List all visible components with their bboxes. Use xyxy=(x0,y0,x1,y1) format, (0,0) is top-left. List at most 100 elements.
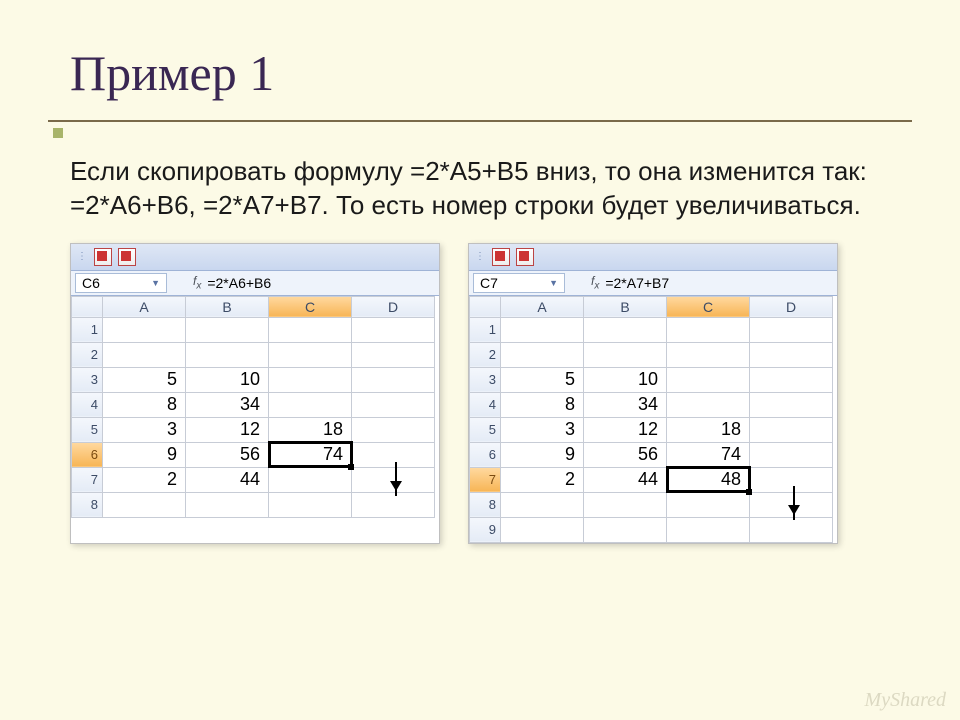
row-header: 7 xyxy=(72,467,103,492)
cell xyxy=(103,317,186,342)
cell: 48 xyxy=(667,467,750,492)
cell xyxy=(269,317,352,342)
col-header: B xyxy=(186,296,269,317)
cell xyxy=(352,342,435,367)
cell xyxy=(667,367,750,392)
down-arrow-icon xyxy=(793,486,795,520)
fx-label: fx xyxy=(565,274,605,291)
cell: 9 xyxy=(103,442,186,467)
col-header: C xyxy=(269,296,352,317)
cell xyxy=(186,317,269,342)
row-header: 4 xyxy=(72,392,103,417)
col-header: D xyxy=(750,296,833,317)
cell xyxy=(103,492,186,517)
cell: 12 xyxy=(186,417,269,442)
cell xyxy=(750,392,833,417)
cell xyxy=(269,367,352,392)
watermark: MyShared xyxy=(865,689,946,712)
cell: 56 xyxy=(584,442,667,467)
cell: 44 xyxy=(186,467,269,492)
formula-bar: C6▼ fx =2*A6+B6 xyxy=(71,271,439,296)
row-header: 5 xyxy=(470,417,501,442)
cell: 2 xyxy=(103,467,186,492)
cell xyxy=(667,392,750,417)
cell: 74 xyxy=(667,442,750,467)
cell: 34 xyxy=(186,392,269,417)
cell: 18 xyxy=(667,417,750,442)
cell xyxy=(352,392,435,417)
spreadsheet-grid: ABCD123510483453121869567472444889 xyxy=(469,296,833,543)
cell xyxy=(750,517,833,542)
cell: 56 xyxy=(186,442,269,467)
cell xyxy=(352,442,435,467)
body-paragraph: Если скопировать формулу =2*A5+B5 вниз, … xyxy=(0,122,960,223)
cell xyxy=(667,517,750,542)
name-box: C6▼ xyxy=(75,273,167,293)
row-header: 3 xyxy=(470,367,501,392)
cell xyxy=(750,367,833,392)
cell xyxy=(501,317,584,342)
cell: 34 xyxy=(584,392,667,417)
formula-text: =2*A7+B7 xyxy=(605,275,669,291)
cell xyxy=(584,317,667,342)
cell xyxy=(584,342,667,367)
slide-title: Пример 1 xyxy=(0,0,960,112)
cell xyxy=(750,417,833,442)
col-header: D xyxy=(352,296,435,317)
row-header: 3 xyxy=(72,367,103,392)
excel-toolbar: ⋮ xyxy=(469,244,837,271)
cell: 2 xyxy=(501,467,584,492)
row-header: 1 xyxy=(470,317,501,342)
row-header: 1 xyxy=(72,317,103,342)
cell: 8 xyxy=(501,392,584,417)
cell xyxy=(501,517,584,542)
cell: 10 xyxy=(584,367,667,392)
spreadsheet-grid: ABCD123510483453121869567472448 xyxy=(71,296,435,518)
cell xyxy=(750,467,833,492)
pdf-icon xyxy=(118,248,136,266)
cell: 5 xyxy=(501,367,584,392)
name-box: C7▼ xyxy=(473,273,565,293)
cell xyxy=(750,317,833,342)
cell xyxy=(667,342,750,367)
cell xyxy=(750,342,833,367)
excel-screenshot-right: ⋮ C7▼ fx =2*A7+B7 ABCD123510483453121869… xyxy=(468,243,838,544)
cell xyxy=(352,317,435,342)
excel-toolbar: ⋮ xyxy=(71,244,439,271)
row-header: 6 xyxy=(470,442,501,467)
row-header: 6 xyxy=(72,442,103,467)
cell: 9 xyxy=(501,442,584,467)
pdf-icon xyxy=(492,248,510,266)
row-header: 5 xyxy=(72,417,103,442)
cell xyxy=(269,467,352,492)
row-header: 2 xyxy=(470,342,501,367)
row-header: 9 xyxy=(470,517,501,542)
cell xyxy=(269,492,352,517)
cell xyxy=(269,392,352,417)
fx-label: fx xyxy=(167,274,207,291)
cell xyxy=(667,317,750,342)
col-header: A xyxy=(501,296,584,317)
cell xyxy=(584,492,667,517)
cell xyxy=(186,492,269,517)
cell xyxy=(584,517,667,542)
cell: 8 xyxy=(103,392,186,417)
cell: 5 xyxy=(103,367,186,392)
cell: 10 xyxy=(186,367,269,392)
col-header: B xyxy=(584,296,667,317)
cell: 18 xyxy=(269,417,352,442)
pdf-icon xyxy=(94,248,112,266)
title-bullet xyxy=(53,128,63,138)
row-header: 8 xyxy=(470,492,501,517)
col-header: C xyxy=(667,296,750,317)
formula-text: =2*A6+B6 xyxy=(207,275,271,291)
col-header: A xyxy=(103,296,186,317)
cell xyxy=(269,342,352,367)
down-arrow-icon xyxy=(395,462,397,496)
cell: 3 xyxy=(103,417,186,442)
row-header: 7 xyxy=(470,467,501,492)
pdf-icon xyxy=(516,248,534,266)
cell xyxy=(501,342,584,367)
formula-bar: C7▼ fx =2*A7+B7 xyxy=(469,271,837,296)
row-header: 4 xyxy=(470,392,501,417)
